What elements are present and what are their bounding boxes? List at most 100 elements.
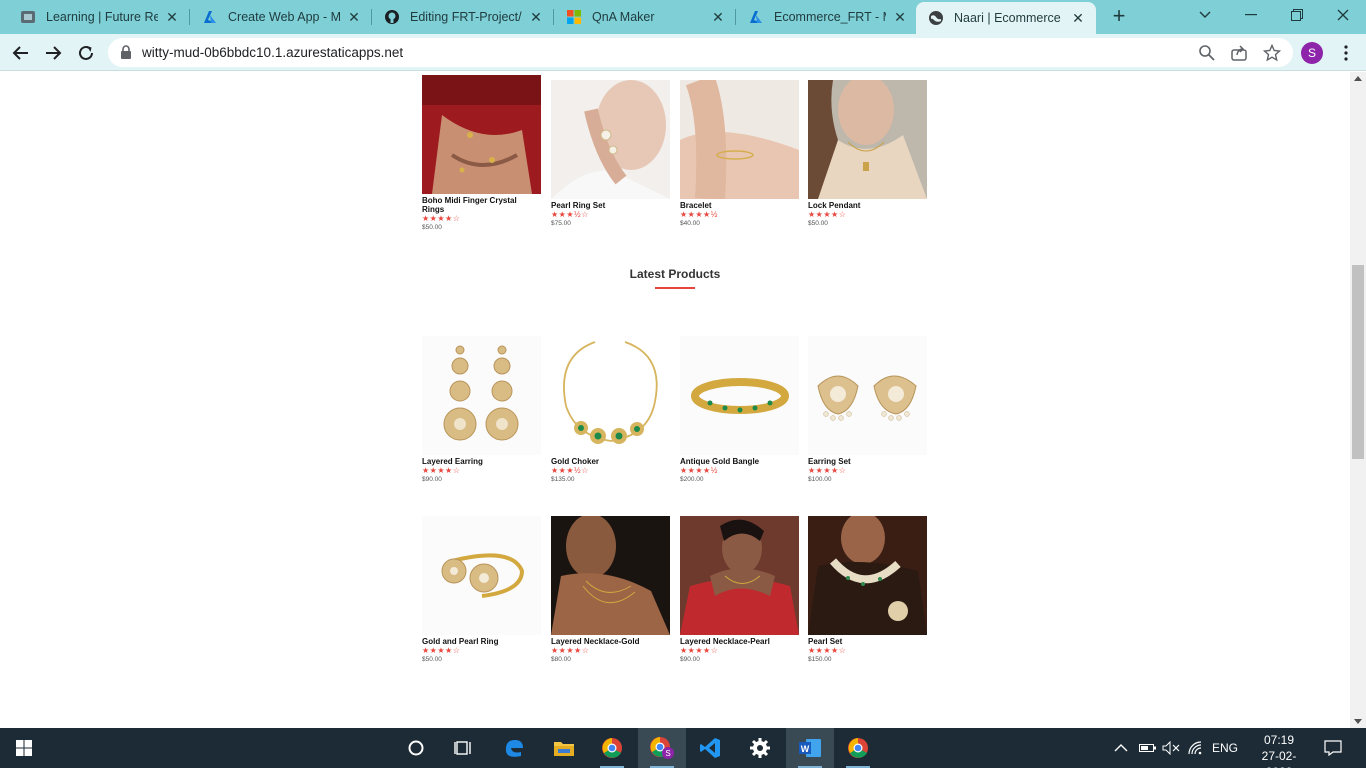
product-image-layered-necklace-pearl[interactable] <box>680 516 799 635</box>
close-icon[interactable]: ✕ <box>346 9 362 25</box>
product-card[interactable]: Layered Necklace-Gold ★★★★☆ $80.00 <box>551 516 670 664</box>
vscode-icon <box>700 738 720 758</box>
scrollbar-thumb[interactable] <box>1352 265 1364 459</box>
tab-ecommerce-frt[interactable]: Ecommerce_FRT - Mic ✕ <box>736 0 918 34</box>
tab-github[interactable]: Editing FRT-Project/RE ✕ <box>372 0 554 34</box>
notifications-button[interactable] <box>1324 728 1342 768</box>
new-tab-button[interactable]: + <box>1108 5 1130 27</box>
product-name[interactable]: Gold Choker <box>551 457 670 466</box>
product-name[interactable]: Earring Set <box>808 457 927 466</box>
globe-icon <box>928 10 944 26</box>
product-price: $50.00 <box>422 224 442 231</box>
url-text: witty-mud-0b6bbdc10.1.azurestaticapps.ne… <box>142 45 404 60</box>
show-hidden-icons[interactable] <box>1114 728 1128 768</box>
product-name[interactable]: Layered Necklace-Gold <box>551 637 670 646</box>
folder-icon <box>554 742 574 756</box>
share-icon[interactable] <box>1230 44 1248 62</box>
product-card[interactable]: Pearl Set ★★★★☆ $150.00 <box>808 516 927 664</box>
minimize-button[interactable] <box>1228 0 1274 30</box>
forward-button[interactable] <box>39 39 67 67</box>
zoom-icon[interactable] <box>1198 44 1216 62</box>
product-image-lock-pendant[interactable] <box>808 80 927 199</box>
product-image-layered-necklace-gold[interactable] <box>551 516 670 635</box>
product-card[interactable]: Lock Pendant ★★★★☆ $50.00 <box>808 80 927 228</box>
minimize-icon <box>1245 14 1257 16</box>
network-status[interactable] <box>1188 728 1204 768</box>
settings-button[interactable] <box>736 728 784 768</box>
chrome-button[interactable] <box>588 728 636 768</box>
product-card[interactable]: Bracelet ★★★★½ $40.00 <box>680 80 799 228</box>
chrome-profile-button[interactable]: S <box>638 728 686 768</box>
restore-button[interactable] <box>1274 0 1320 30</box>
tab-naari-active[interactable]: Naari | Ecommerce We ✕ <box>916 2 1096 34</box>
vscode-button[interactable] <box>686 728 734 768</box>
svg-text:W: W <box>801 744 810 754</box>
volume-muted-icon <box>1162 741 1180 755</box>
back-button[interactable] <box>7 39 35 67</box>
task-view-button[interactable] <box>440 728 488 768</box>
product-card[interactable]: Antique Gold Bangle ★★★★½ $200.00 <box>680 336 799 484</box>
arrow-left-icon <box>12 46 28 60</box>
product-image-antique-gold-bangle[interactable] <box>680 336 799 455</box>
product-name[interactable]: Layered Necklace-Pearl <box>680 637 799 646</box>
tab-create-web-app[interactable]: Create Web App - Mic ✕ <box>190 0 372 34</box>
file-explorer-button[interactable] <box>540 728 588 768</box>
reload-button[interactable] <box>72 39 100 67</box>
product-image-gold-choker[interactable] <box>551 336 670 455</box>
product-image-rings[interactable] <box>422 75 541 194</box>
word-button[interactable]: W <box>786 728 834 768</box>
close-icon[interactable]: ✕ <box>1070 10 1086 26</box>
edge-button[interactable] <box>490 728 538 768</box>
battery-indicator[interactable] <box>1139 728 1157 768</box>
battery-icon <box>1139 744 1156 752</box>
vertical-scrollbar[interactable] <box>1350 72 1366 728</box>
tab-learning[interactable]: Learning | Future Reac ✕ <box>8 0 190 34</box>
product-card[interactable]: Gold Choker ★★★½☆ $135.00 <box>551 336 670 484</box>
close-icon[interactable]: ✕ <box>528 9 544 25</box>
close-icon[interactable]: ✕ <box>892 9 908 25</box>
product-image-earring-set[interactable] <box>808 336 927 455</box>
product-name[interactable]: Bracelet <box>680 201 799 210</box>
product-image-pearl-ring-set[interactable] <box>551 80 670 199</box>
product-name[interactable]: Layered Earring <box>422 457 541 466</box>
product-image-gold-pearl-ring[interactable] <box>422 516 541 635</box>
system-clock[interactable]: 07:19 27-02-2022 <box>1253 732 1305 768</box>
product-card[interactable]: Layered Earring ★★★★☆ $90.00 <box>422 336 541 484</box>
product-name[interactable]: Boho Midi Finger Crystal Rings <box>422 196 541 214</box>
address-bar[interactable]: witty-mud-0b6bbdc10.1.azurestaticapps.ne… <box>108 38 1293 67</box>
restore-icon <box>1291 9 1303 21</box>
tab-search-button[interactable] <box>1182 0 1228 30</box>
product-image-layered-earring[interactable] <box>422 336 541 455</box>
close-icon[interactable]: ✕ <box>710 9 726 25</box>
product-card[interactable]: Gold and Pearl Ring ★★★★☆ $50.00 <box>422 516 541 664</box>
scroll-up-arrow-icon[interactable] <box>1354 76 1362 81</box>
product-image-pearl-set[interactable] <box>808 516 927 635</box>
search-button[interactable] <box>392 728 440 768</box>
product-name[interactable]: Pearl Set <box>808 637 927 646</box>
product-card[interactable]: Layered Necklace-Pearl ★★★★☆ $90.00 <box>680 516 799 664</box>
product-name[interactable]: Lock Pendant <box>808 201 927 210</box>
product-price: $200.00 <box>680 476 704 483</box>
tab-qna-maker[interactable]: QnA Maker ✕ <box>554 0 736 34</box>
product-name[interactable]: Gold and Pearl Ring <box>422 637 541 646</box>
close-icon[interactable]: ✕ <box>164 9 180 25</box>
word-icon: W <box>799 739 821 757</box>
profile-avatar[interactable]: S <box>1301 42 1323 64</box>
lock-icon[interactable] <box>120 45 132 64</box>
product-card[interactable]: Pearl Ring Set ★★★½☆ $75.00 <box>551 80 670 228</box>
product-name[interactable]: Pearl Ring Set <box>551 201 670 210</box>
bookmark-star-icon[interactable] <box>1262 43 1282 62</box>
gear-icon <box>750 738 770 758</box>
product-image-bracelet[interactable] <box>680 80 799 199</box>
volume-control[interactable] <box>1162 728 1180 768</box>
chrome-button-2[interactable] <box>834 728 882 768</box>
scroll-down-arrow-icon[interactable] <box>1354 719 1362 724</box>
product-card[interactable]: Boho Midi Finger Crystal Rings ★★★★☆ $50… <box>422 75 541 232</box>
close-window-button[interactable] <box>1320 0 1366 30</box>
product-card[interactable]: Earring Set ★★★★☆ $100.00 <box>808 336 927 484</box>
input-language[interactable]: ENG <box>1212 728 1238 768</box>
close-icon <box>1337 9 1349 21</box>
product-name[interactable]: Antique Gold Bangle <box>680 457 799 466</box>
more-menu-icon[interactable] <box>1338 44 1354 62</box>
start-button[interactable] <box>0 728 48 768</box>
